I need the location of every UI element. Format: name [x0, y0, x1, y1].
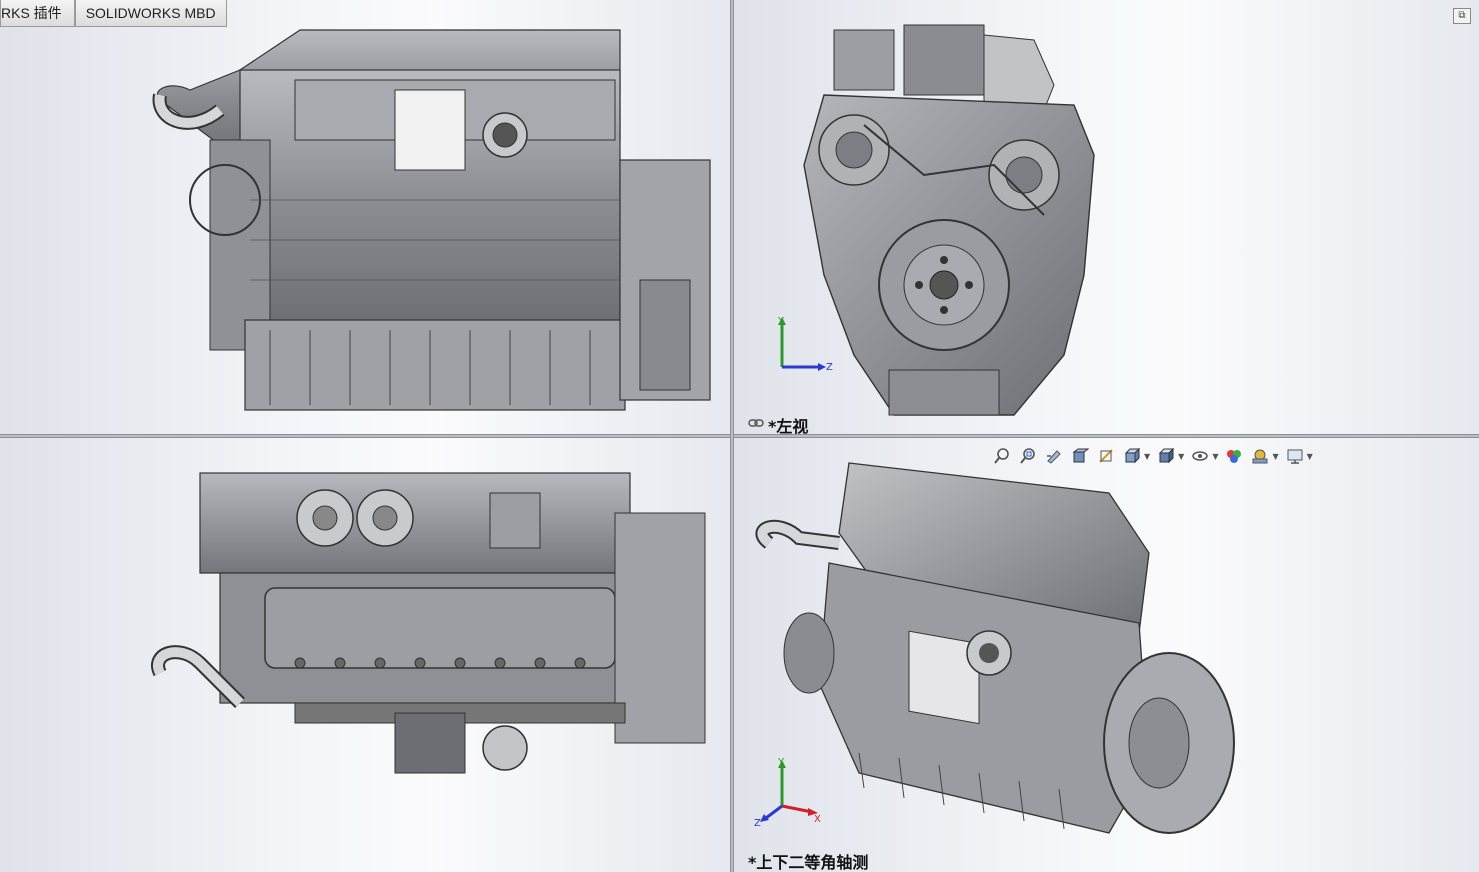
axis-z-label: Z: [754, 818, 761, 826]
link-views-icon[interactable]: [748, 417, 764, 429]
coordinate-triad: Y Z: [777, 316, 833, 373]
view-settings-icon[interactable]: [1285, 446, 1305, 466]
axis-x-label: X: [814, 814, 821, 825]
viewport-top[interactable]: [0, 438, 730, 872]
axis-y-label: Y: [777, 316, 785, 327]
viewport-left[interactable]: ⧉ Y Z *左视: [734, 0, 1479, 434]
engine-model-top-view: [151, 472, 706, 774]
apply-scene-dropdown-icon[interactable]: ▼: [1272, 452, 1278, 461]
engine-model-trimetric-view: [755, 462, 1235, 834]
tab-rks-plugin[interactable]: RKS 插件: [0, 0, 75, 27]
axis-y-label: Y: [777, 757, 785, 768]
engine-model-left-view: [803, 24, 1095, 416]
viewport-trimetric[interactable]: ▼ ▼ ▼ ▼ ▼ Y X Z *上下二等角轴测: [734, 438, 1479, 872]
view-settings-dropdown-icon[interactable]: ▼: [1307, 452, 1313, 461]
apply-scene-icon[interactable]: [1250, 446, 1270, 466]
command-manager-tabs: RKS 插件 SOLIDWORKS MBD: [0, 0, 227, 28]
engine-model-front-view: [152, 29, 711, 411]
viewport-front[interactable]: [0, 0, 730, 434]
tab-solidworks-mbd[interactable]: SOLIDWORKS MBD: [74, 0, 227, 27]
viewport-label: *左视: [768, 417, 809, 434]
viewport-maximize-button[interactable]: ⧉: [1453, 8, 1471, 24]
viewport-divider-vertical[interactable]: [730, 0, 734, 872]
viewport-label: *上下二等角轴测: [748, 853, 869, 872]
viewport-divider-horizontal[interactable]: [0, 434, 1479, 438]
coordinate-triad: Y X Z: [754, 757, 821, 826]
axis-z-label: Z: [826, 362, 833, 373]
